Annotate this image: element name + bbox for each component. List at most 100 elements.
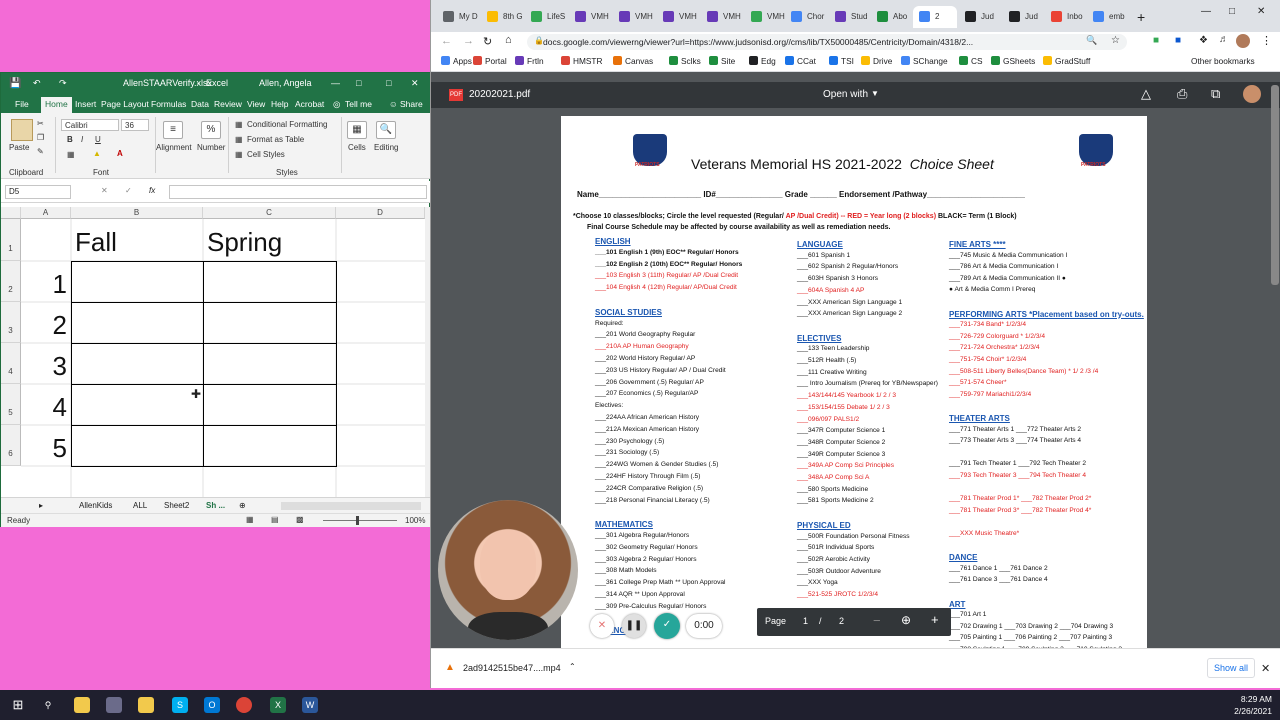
- excel-icon[interactable]: X: [270, 697, 286, 713]
- cells-icon[interactable]: ▦: [347, 121, 367, 139]
- number-button[interactable]: Number: [197, 143, 225, 152]
- maximize-icon[interactable]: □: [386, 78, 391, 88]
- browser-tab[interactable]: VMH: [701, 6, 743, 28]
- add-sheet-icon[interactable]: ⊕: [239, 501, 246, 510]
- share-icon[interactable]: ☺: [389, 99, 398, 109]
- cell-a6[interactable]: 5: [23, 433, 67, 464]
- copy-icon[interactable]: ❐: [37, 133, 44, 142]
- tab-home[interactable]: Home: [41, 97, 72, 113]
- open-new-window-icon[interactable]: ⧉: [1211, 86, 1220, 102]
- bookmark-item[interactable]: Canvas: [613, 56, 653, 66]
- delete-recording-icon[interactable]: ✕: [590, 614, 614, 638]
- tab-help[interactable]: Help: [271, 99, 288, 109]
- close-icon[interactable]: ✕: [1257, 6, 1265, 17]
- browser-tab[interactable]: 8th G: [481, 6, 523, 28]
- font-color-icon[interactable]: A: [117, 149, 123, 158]
- tab-insert[interactable]: Insert: [75, 99, 96, 109]
- bookmark-item[interactable]: Apps: [441, 56, 472, 66]
- restore-icon[interactable]: □: [356, 78, 361, 88]
- insert-function-icon[interactable]: fx: [149, 186, 155, 195]
- chrome-icon[interactable]: [236, 697, 252, 713]
- bookmark-star-icon[interactable]: ☆: [1111, 35, 1120, 46]
- fill-color-icon[interactable]: ▲: [93, 149, 101, 158]
- paste-button[interactable]: Paste: [9, 143, 29, 152]
- italic-button[interactable]: I: [81, 135, 83, 144]
- alignment-button[interactable]: Alignment: [156, 143, 192, 152]
- cell-c1[interactable]: Spring: [207, 227, 282, 258]
- font-name-select[interactable]: Calibri: [61, 119, 119, 131]
- bookmark-item[interactable]: TSI: [829, 56, 854, 66]
- zoom-level[interactable]: 100%: [405, 516, 425, 525]
- editing-icon[interactable]: 🔍: [376, 121, 396, 139]
- conditional-formatting-button[interactable]: Conditional Formatting: [247, 120, 327, 129]
- new-tab-icon[interactable]: +: [1137, 9, 1145, 25]
- browser-tab[interactable]: My D: [437, 6, 479, 28]
- add-to-drive-icon[interactable]: △: [1141, 86, 1151, 102]
- bookmark-item[interactable]: SChange: [901, 56, 948, 66]
- finish-recording-icon[interactable]: ✓: [654, 613, 680, 639]
- chevron-down-icon[interactable]: ▼: [871, 89, 879, 98]
- bookmark-item[interactable]: CCat: [785, 56, 816, 66]
- back-icon[interactable]: ←: [441, 35, 452, 47]
- horizontal-scrollbar[interactable]: [281, 502, 421, 510]
- tell-me-box[interactable]: Tell me: [345, 99, 372, 109]
- windows-start-icon[interactable]: ⊞: [10, 697, 26, 713]
- restore-icon[interactable]: □: [1229, 6, 1235, 17]
- bookmark-item[interactable]: Sclks: [669, 56, 701, 66]
- menu-icon[interactable]: ⋮: [1261, 34, 1272, 47]
- alignment-icon[interactable]: ≡: [163, 121, 183, 139]
- word-icon[interactable]: W: [302, 697, 318, 713]
- borders-icon[interactable]: ▦: [67, 150, 75, 159]
- browser-tab[interactable]: Abo: [871, 6, 913, 28]
- minimize-icon[interactable]: —: [331, 78, 340, 88]
- extensions-puzzle-icon[interactable]: ❖: [1199, 35, 1208, 46]
- spreadsheet-grid[interactable]: A B C D 1 2 3 4 5 6 Fall Spring 1 2 3 4 …: [1, 207, 425, 497]
- number-format-icon[interactable]: %: [201, 121, 221, 139]
- sheet-tab[interactable]: AllenKids: [79, 501, 112, 510]
- cell-a3[interactable]: 2: [23, 310, 67, 341]
- download-filename[interactable]: 2ad9142515be47....mp4: [463, 663, 561, 673]
- normal-view-icon[interactable]: ▦: [246, 515, 254, 524]
- bookmark-item[interactable]: GSheets: [991, 56, 1035, 66]
- share-button[interactable]: Share: [400, 99, 423, 109]
- underline-button[interactable]: U: [95, 135, 101, 144]
- extension-icon[interactable]: ■: [1153, 35, 1159, 46]
- cell-a2[interactable]: 1: [23, 269, 67, 300]
- bookmark-item[interactable]: Drive: [861, 56, 892, 66]
- bookmark-item[interactable]: HMSTR: [561, 56, 603, 66]
- home-icon[interactable]: ⌂: [505, 34, 512, 46]
- page-layout-view-icon[interactable]: ▤: [271, 515, 279, 524]
- zoom-slider[interactable]: [323, 520, 397, 521]
- tab-view[interactable]: View: [247, 99, 265, 109]
- pdf-scrollbar[interactable]: [1271, 85, 1279, 285]
- cell-a5[interactable]: 4: [23, 392, 67, 423]
- browser-tab[interactable]: VMH: [745, 6, 787, 28]
- pause-icon[interactable]: ❚❚: [622, 614, 646, 638]
- forward-icon[interactable]: →: [463, 35, 474, 47]
- zoom-slider-thumb[interactable]: [356, 516, 359, 525]
- profile-avatar[interactable]: [1243, 85, 1261, 103]
- zoom-out-icon[interactable]: −: [873, 613, 881, 628]
- profile-avatar[interactable]: [1236, 34, 1250, 48]
- cut-icon[interactable]: ✂: [37, 119, 44, 128]
- tab-review[interactable]: Review: [214, 99, 242, 109]
- chevron-up-icon[interactable]: ⌃: [569, 662, 576, 671]
- editing-button[interactable]: Editing: [374, 143, 398, 152]
- browser-tab[interactable]: VMH: [657, 6, 699, 28]
- font-size-select[interactable]: 36: [121, 119, 149, 131]
- browser-tab[interactable]: Stud: [829, 6, 871, 28]
- browser-tab[interactable]: Chor: [785, 6, 827, 28]
- folder-icon[interactable]: [138, 697, 154, 713]
- browser-tab[interactable]: Inbo: [1045, 6, 1087, 28]
- redo-icon[interactable]: ↷: [59, 78, 67, 89]
- file-explorer-icon[interactable]: [74, 697, 90, 713]
- browser-tab[interactable]: Jud: [1003, 6, 1045, 28]
- sheet-tab[interactable]: ALL: [133, 501, 147, 510]
- bookmark-item[interactable]: Portal: [473, 56, 507, 66]
- bookmark-item[interactable]: Edg: [749, 56, 776, 66]
- browser-tab[interactable]: VMH: [569, 6, 611, 28]
- clipboard-icon[interactable]: [11, 119, 33, 141]
- browser-tab[interactable]: Jud: [959, 6, 1001, 28]
- sheet-tab-active[interactable]: Sh ...: [206, 501, 225, 510]
- bookmark-item[interactable]: GradStuff: [1043, 56, 1090, 66]
